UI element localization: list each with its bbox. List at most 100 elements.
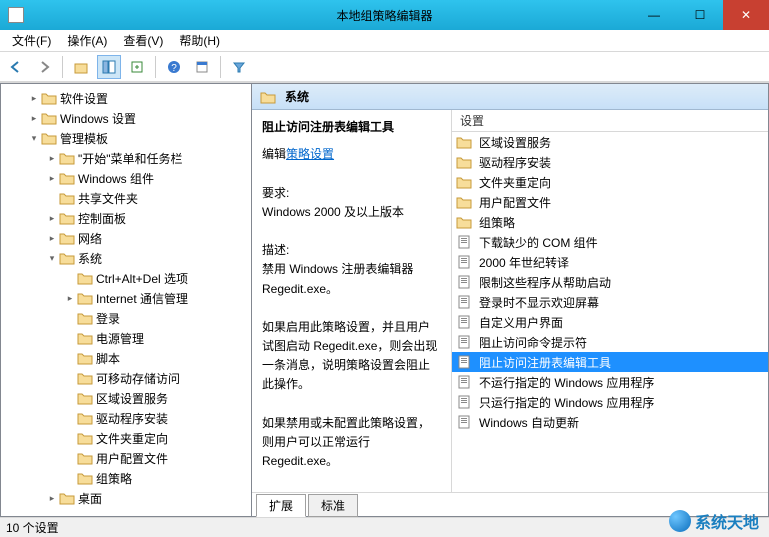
toolbar-separator <box>62 56 63 78</box>
list-item[interactable]: 自定义用户界面 <box>452 312 768 332</box>
policy-icon <box>456 335 472 349</box>
list-item[interactable]: 登录时不显示欢迎屏幕 <box>452 292 768 312</box>
tree-label: 共享文件夹 <box>78 190 138 207</box>
tree-item[interactable]: ▸桌面 <box>1 488 251 508</box>
tree-item[interactable]: ▾管理模板 <box>1 128 251 148</box>
tree-item[interactable]: 登录 <box>1 308 251 328</box>
expand-icon[interactable]: ▸ <box>63 293 77 304</box>
list-label: 用户配置文件 <box>479 194 551 211</box>
minimize-button[interactable]: — <box>631 0 677 30</box>
policy-icon <box>456 275 472 289</box>
folder-icon <box>77 471 93 485</box>
expand-icon[interactable]: ▸ <box>27 113 41 124</box>
settings-list-panel[interactable]: 设置 区域设置服务驱动程序安装文件夹重定向用户配置文件组策略下载缺少的 COM … <box>452 110 768 492</box>
expand-icon[interactable]: ▸ <box>27 93 41 104</box>
expand-icon[interactable]: ▾ <box>45 253 59 264</box>
tree-item[interactable]: 脚本 <box>1 348 251 368</box>
tab-standard[interactable]: 标准 <box>308 494 358 517</box>
tree-panel[interactable]: ▸软件设置▸Windows 设置▾管理模板▸"开始"菜单和任务栏▸Windows… <box>0 83 252 517</box>
tree-item[interactable]: 区域设置服务 <box>1 388 251 408</box>
expand-icon[interactable]: ▸ <box>45 493 59 504</box>
menu-help[interactable]: 帮助(H) <box>173 30 226 51</box>
tree-item[interactable]: ▸"开始"菜单和任务栏 <box>1 148 251 168</box>
list-item[interactable]: 下载缺少的 COM 组件 <box>452 232 768 252</box>
close-button[interactable]: ✕ <box>723 0 769 30</box>
folder-icon <box>77 431 93 445</box>
menubar: 文件(F) 操作(A) 查看(V) 帮助(H) <box>0 30 769 52</box>
desc-label: 描述: <box>262 241 441 260</box>
policy-icon <box>456 395 472 409</box>
properties-button[interactable] <box>190 55 214 79</box>
list-item[interactable]: 区域设置服务 <box>452 132 768 152</box>
folder-icon <box>41 111 57 125</box>
list-item[interactable]: 限制这些程序从帮助启动 <box>452 272 768 292</box>
list-label: 登录时不显示欢迎屏幕 <box>479 294 599 311</box>
list-label: 限制这些程序从帮助启动 <box>479 274 611 291</box>
edit-policy-link[interactable]: 策略设置 <box>286 147 334 161</box>
folder-icon <box>77 451 93 465</box>
tree-item[interactable]: ▸Windows 设置 <box>1 108 251 128</box>
list-item[interactable]: 用户配置文件 <box>452 192 768 212</box>
list-label: 驱动程序安装 <box>479 154 551 171</box>
tree-item[interactable]: ▸网络 <box>1 228 251 248</box>
list-item[interactable]: 阻止访问注册表编辑工具 <box>452 352 768 372</box>
show-hide-tree-button[interactable] <box>97 55 121 79</box>
tree-item[interactable]: ▸Internet 通信管理 <box>1 288 251 308</box>
list-item[interactable]: Windows 自动更新 <box>452 412 768 432</box>
menu-view[interactable]: 查看(V) <box>117 30 169 51</box>
expand-icon[interactable]: ▸ <box>45 233 59 244</box>
forward-button[interactable] <box>32 55 56 79</box>
desc-p1: 禁用 Windows 注册表编辑器 Regedit.exe。 <box>262 260 441 298</box>
tree-item[interactable]: Ctrl+Alt+Del 选项 <box>1 268 251 288</box>
tree-label: 可移动存储访问 <box>96 370 180 387</box>
tree-label: 系统 <box>78 250 102 267</box>
tree-item[interactable]: 驱动程序安装 <box>1 408 251 428</box>
tree-item[interactable]: 组策略 <box>1 468 251 488</box>
list-item[interactable]: 阻止访问命令提示符 <box>452 332 768 352</box>
tree-item[interactable]: ▸控制面板 <box>1 208 251 228</box>
menu-action[interactable]: 操作(A) <box>61 30 113 51</box>
folder-icon <box>59 171 75 185</box>
folder-icon <box>41 91 57 105</box>
tree-label: Ctrl+Alt+Del 选项 <box>96 270 188 287</box>
back-button[interactable] <box>4 55 28 79</box>
list-item[interactable]: 驱动程序安装 <box>452 152 768 172</box>
tree-item[interactable]: 用户配置文件 <box>1 448 251 468</box>
folder-icon <box>59 191 75 205</box>
filter-button[interactable] <box>227 55 251 79</box>
folder-icon <box>456 195 472 209</box>
tree-item[interactable]: 文件夹重定向 <box>1 428 251 448</box>
list-label: 自定义用户界面 <box>479 314 563 331</box>
folder-icon <box>77 331 93 345</box>
list-item[interactable]: 文件夹重定向 <box>452 172 768 192</box>
menu-file[interactable]: 文件(F) <box>6 30 57 51</box>
folder-icon <box>77 351 93 365</box>
svg-text:?: ? <box>171 63 177 74</box>
tree-item[interactable]: 可移动存储访问 <box>1 368 251 388</box>
list-item[interactable]: 不运行指定的 Windows 应用程序 <box>452 372 768 392</box>
help-button[interactable]: ? <box>162 55 186 79</box>
tab-extended[interactable]: 扩展 <box>256 494 306 517</box>
desc-p2: 如果启用此策略设置，并且用户试图启动 Regedit.exe，则会出现一条消息，… <box>262 318 441 395</box>
list-header-setting[interactable]: 设置 <box>452 110 768 132</box>
list-item[interactable]: 2000 年世纪转译 <box>452 252 768 272</box>
expand-icon[interactable]: ▸ <box>45 153 59 164</box>
expand-icon[interactable]: ▸ <box>45 213 59 224</box>
policy-icon <box>456 295 472 309</box>
tree-item[interactable]: ▸Windows 组件 <box>1 168 251 188</box>
list-label: 只运行指定的 Windows 应用程序 <box>479 394 654 411</box>
tree-item[interactable]: ▾ 系统 <box>1 248 251 268</box>
tree-item[interactable]: ▸软件设置 <box>1 88 251 108</box>
maximize-button[interactable]: ☐ <box>677 0 723 30</box>
up-button[interactable] <box>69 55 93 79</box>
category-title: 系统 <box>285 88 309 105</box>
tree-item[interactable]: 电源管理 <box>1 328 251 348</box>
expand-icon[interactable]: ▸ <box>45 173 59 184</box>
export-button[interactable] <box>125 55 149 79</box>
list-item[interactable]: 组策略 <box>452 212 768 232</box>
expand-icon[interactable]: ▾ <box>27 133 41 144</box>
tree-item[interactable]: 共享文件夹 <box>1 188 251 208</box>
policy-icon <box>456 255 472 269</box>
list-item[interactable]: 只运行指定的 Windows 应用程序 <box>452 392 768 412</box>
folder-icon <box>41 131 57 145</box>
